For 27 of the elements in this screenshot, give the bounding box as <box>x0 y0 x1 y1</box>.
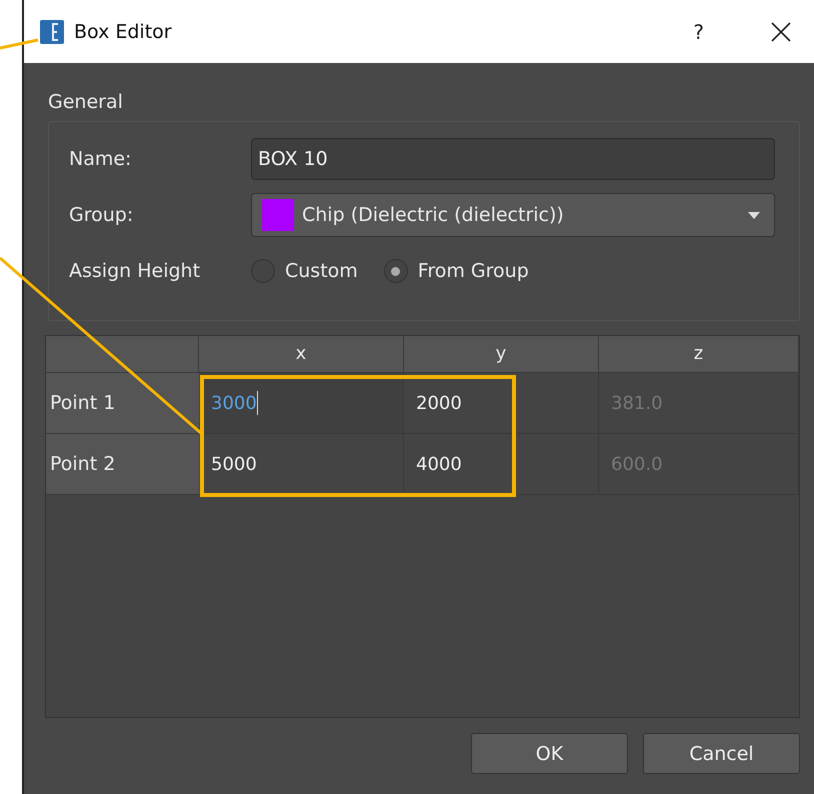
field-label: Assign Height <box>69 260 202 282</box>
group-title: General <box>48 91 124 113</box>
radio-label[interactable]: From Group <box>418 260 529 282</box>
dialog-button[interactable]: OK <box>471 733 628 774</box>
field-label: Group: <box>69 204 134 226</box>
column-header: z <box>599 336 799 373</box>
name-field[interactable]: BOX 10 <box>251 138 775 180</box>
dialog-button[interactable]: Cancel <box>643 733 800 774</box>
dropdown-arrow-icon <box>748 212 760 218</box>
table-cell: 2000 <box>404 373 599 434</box>
dropdown-value: Chip (Dielectric (dielectric)) <box>302 204 564 226</box>
table-cell: 4000 <box>404 434 599 495</box>
radio-label[interactable]: Custom <box>285 260 358 282</box>
callout-line <box>0 38 38 50</box>
table-cell: 5000 <box>199 434 404 495</box>
group-dropdown[interactable]: Chip (Dielectric (dielectric)) <box>251 193 775 237</box>
app-icon <box>40 20 64 44</box>
field-label: Name: <box>69 148 132 170</box>
close-icon <box>770 20 792 42</box>
window-title: Box Editor <box>74 20 172 42</box>
column-header: x <box>199 336 404 373</box>
column-header: y <box>404 336 599 373</box>
row-header: Point 1 <box>46 373 199 434</box>
help-button[interactable]: ? <box>683 16 714 48</box>
radio-button[interactable] <box>384 259 408 283</box>
cell-editor[interactable]: 3000 <box>199 373 404 434</box>
row-header: Point 2 <box>46 434 199 495</box>
